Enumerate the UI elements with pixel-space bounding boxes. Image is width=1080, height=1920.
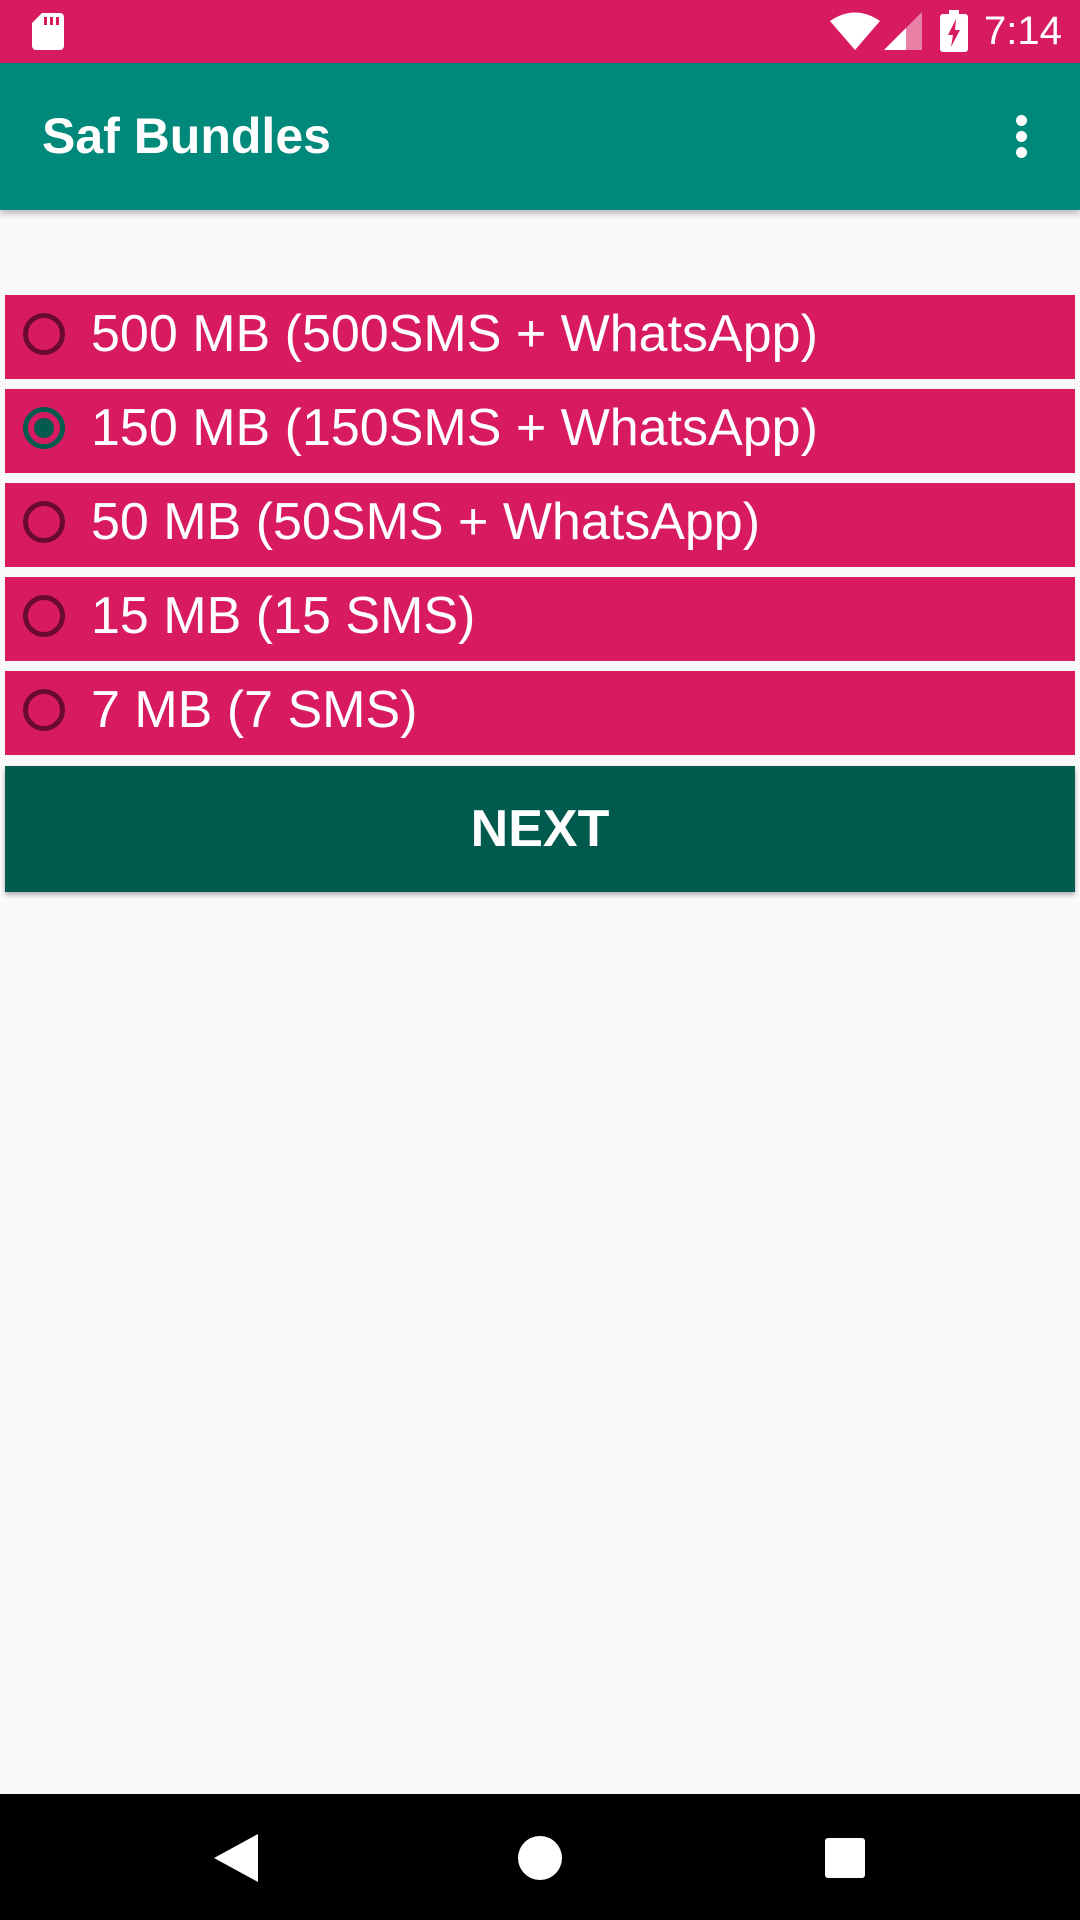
navigation-bar: [0, 1794, 1080, 1920]
sd-card-icon: [32, 13, 64, 50]
status-bar: 7:14: [0, 0, 1080, 63]
bundle-option-label: 500 MB (500SMS + WhatsApp): [91, 305, 818, 363]
bundle-option-label: 7 MB (7 SMS): [91, 681, 418, 739]
overflow-dot: [1016, 147, 1027, 158]
bundle-option-50mb[interactable]: 50 MB (50SMS + WhatsApp): [5, 483, 1075, 567]
bundle-option-500mb[interactable]: 500 MB (500SMS + WhatsApp): [5, 295, 1075, 379]
home-icon[interactable]: [518, 1836, 562, 1880]
radio-button-checked[interactable]: [23, 407, 65, 449]
more-vert-icon[interactable]: [1000, 103, 1044, 169]
battery-charging-icon: [940, 10, 968, 52]
bundle-option-150mb[interactable]: 150 MB (150SMS + WhatsApp): [5, 389, 1075, 473]
radio-button[interactable]: [23, 313, 65, 355]
overflow-dot: [1016, 131, 1027, 142]
recents-icon[interactable]: [825, 1838, 865, 1878]
radio-button[interactable]: [23, 501, 65, 543]
overflow-dot: [1016, 115, 1027, 126]
bundle-option-15mb[interactable]: 15 MB (15 SMS): [5, 577, 1075, 661]
bundle-radio-group: 500 MB (500SMS + WhatsApp) 150 MB (150SM…: [5, 295, 1075, 765]
next-button[interactable]: NEXT: [5, 766, 1075, 892]
bundle-option-label: 150 MB (150SMS + WhatsApp): [91, 399, 818, 457]
bundle-option-label: 15 MB (15 SMS): [91, 587, 476, 645]
bundle-option-label: 50 MB (50SMS + WhatsApp): [91, 493, 761, 551]
status-time: 7:14: [984, 9, 1062, 53]
radio-button[interactable]: [23, 595, 65, 637]
cell-signal-icon: [884, 12, 922, 50]
app-bar: Saf Bundles: [0, 63, 1080, 210]
wifi-icon: [830, 12, 880, 50]
bundle-option-7mb[interactable]: 7 MB (7 SMS): [5, 671, 1075, 755]
app-title: Saf Bundles: [42, 108, 331, 164]
back-icon[interactable]: [214, 1834, 258, 1882]
radio-button[interactable]: [23, 689, 65, 731]
